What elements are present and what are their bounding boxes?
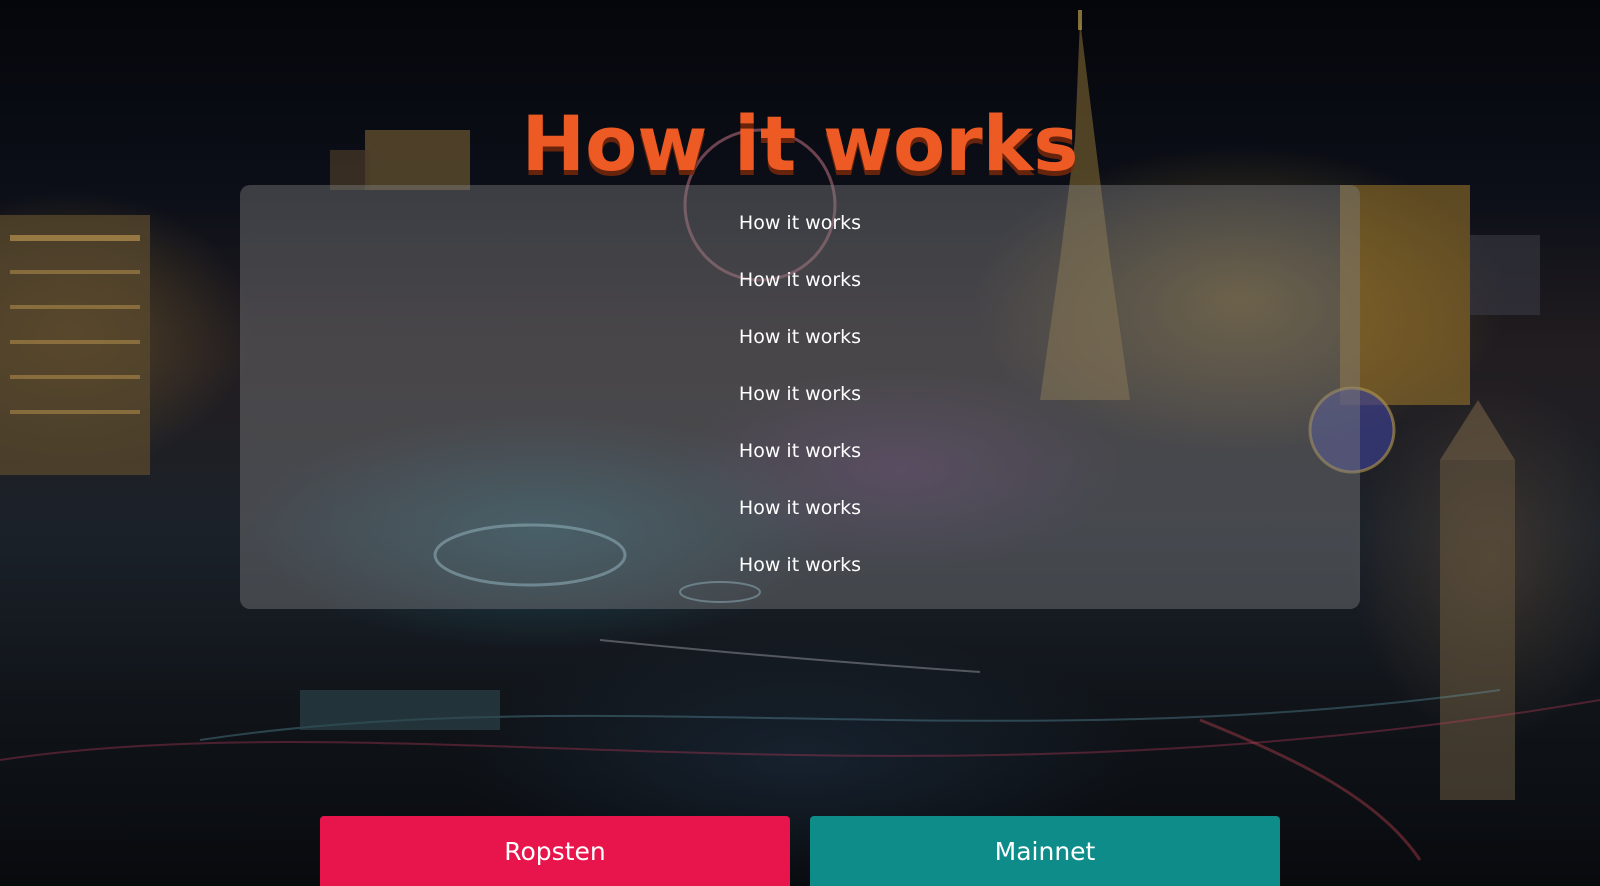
step-item: How it works <box>738 383 862 405</box>
step-item: How it works <box>738 326 862 348</box>
steps-list: How it works How it works How it works H… <box>240 195 1360 594</box>
page-background: How it works How it works How it works H… <box>0 0 1600 886</box>
ropsten-button[interactable]: Ropsten <box>320 816 790 886</box>
page-title: How it works <box>521 98 1079 188</box>
step-item: How it works <box>738 440 862 462</box>
how-it-works-panel: How it works How it works How it works H… <box>240 185 1360 609</box>
step-item: How it works <box>738 212 862 234</box>
step-item: How it works <box>738 554 862 576</box>
step-item: How it works <box>738 497 862 519</box>
step-item: How it works <box>738 269 862 291</box>
mainnet-button[interactable]: Mainnet <box>810 816 1280 886</box>
